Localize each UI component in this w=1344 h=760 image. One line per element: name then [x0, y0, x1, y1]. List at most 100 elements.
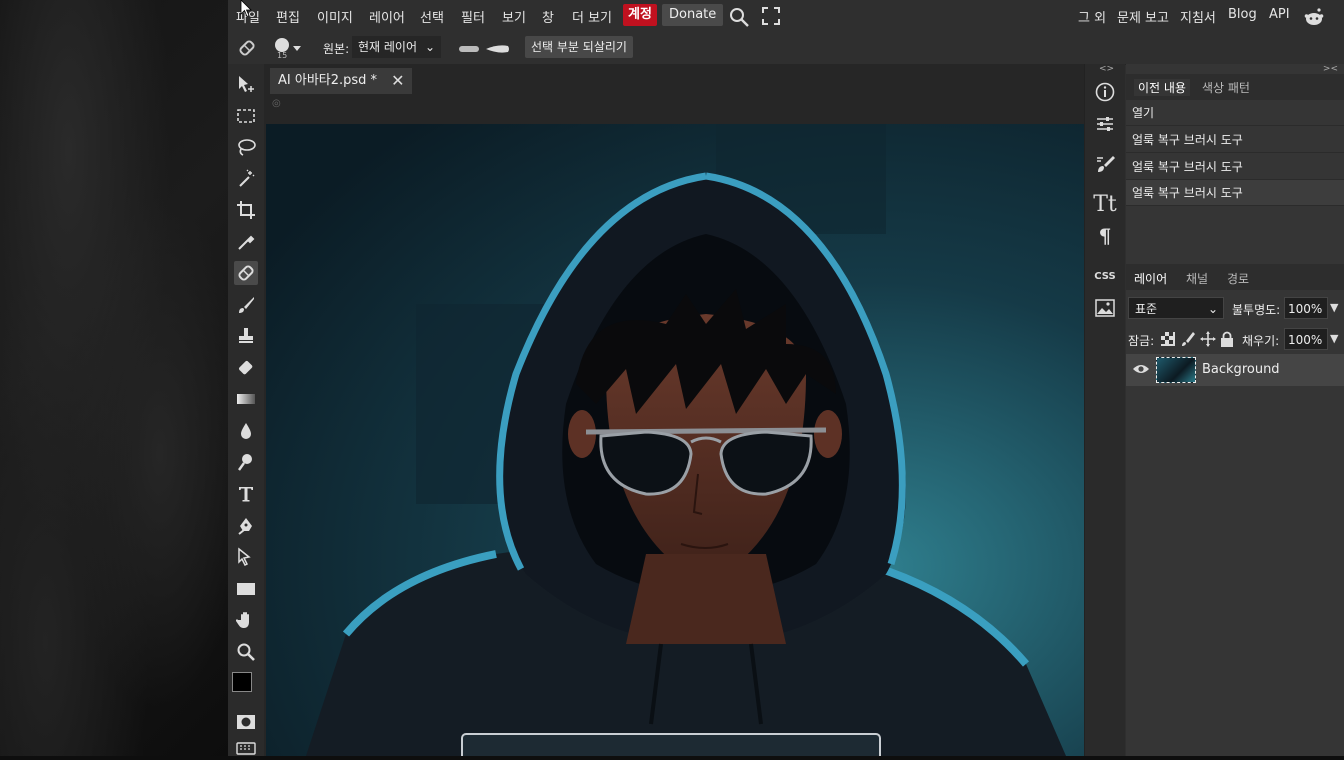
account-button[interactable]: 계정	[623, 4, 657, 26]
opacity-label: 불투명도:	[1232, 303, 1281, 317]
document-tab[interactable]: AI 아바타2.psd * ✕	[270, 68, 413, 94]
document-tab-title: AI 아바타2.psd *	[278, 73, 378, 88]
marquee-tool[interactable]	[234, 104, 258, 128]
magic-wand-tool[interactable]	[234, 167, 258, 191]
history-entry[interactable]: 열기	[1126, 100, 1344, 126]
right-panels: >< 이전 내용 색상 패턴 열기 얼룩 복구 브러시 도구 얼룩 복구 브러시…	[1126, 64, 1344, 756]
close-icon[interactable]: ✕	[391, 68, 404, 94]
eyedropper-tool[interactable]	[234, 230, 258, 254]
css-panel-icon[interactable]: CSS	[1093, 264, 1117, 288]
type-tool[interactable]	[234, 482, 258, 506]
gradient-tool[interactable]	[234, 387, 258, 411]
menu-layer[interactable]: 레이어	[369, 7, 405, 26]
paragraph-icon[interactable]: ¶	[1093, 224, 1117, 248]
hand-tool[interactable]	[234, 608, 258, 632]
blur-tool[interactable]	[234, 419, 258, 443]
tool-options-bar: 15 원본: 현재 레이어 ⌄ 선택 부분 되살리기	[228, 32, 1344, 65]
expand-panel-icon[interactable]: ><	[1323, 64, 1338, 74]
tab-channels[interactable]: 채널	[1186, 270, 1208, 287]
move-tool[interactable]	[234, 72, 258, 96]
tab-swatches[interactable]: 색상 패턴	[1202, 79, 1250, 96]
sample-mode-alt-icon[interactable]	[486, 43, 510, 58]
layer-row[interactable]: Background	[1126, 354, 1344, 386]
character-icon[interactable]: Tt	[1093, 192, 1117, 217]
blend-mode-select[interactable]: 표준 ⌄	[1128, 297, 1224, 319]
pen-tool[interactable]	[234, 514, 258, 538]
history-entry[interactable]: 얼룩 복구 브러시 도구	[1126, 127, 1344, 153]
opacity-dropdown-icon[interactable]: ▼	[1330, 301, 1338, 314]
lock-all-icon[interactable]	[1220, 331, 1234, 351]
chevron-down-icon: ⌄	[424, 40, 435, 54]
info-icon[interactable]	[1093, 80, 1117, 104]
menu-window[interactable]: 창	[542, 7, 554, 26]
fill-dropdown-icon[interactable]: ▼	[1330, 332, 1338, 345]
menu-more[interactable]: 더 보기	[572, 7, 612, 26]
opacity-input[interactable]: 100%	[1284, 297, 1328, 319]
menu-image[interactable]: 이미지	[317, 7, 353, 26]
clone-stamp-tool[interactable]	[234, 324, 258, 348]
source-label: 원본:	[323, 42, 350, 56]
menu-filter[interactable]: 필터	[461, 7, 485, 26]
lock-transparency-icon[interactable]	[1161, 332, 1175, 350]
brush-size-value: 15	[277, 51, 288, 60]
layers-tabbar: 레이어 채널 경로	[1126, 264, 1344, 290]
image-panel-icon[interactable]	[1093, 296, 1117, 320]
eraser-tool[interactable]	[234, 356, 258, 380]
dodge-tool[interactable]	[234, 450, 258, 474]
search-icon[interactable]	[728, 6, 750, 32]
tab-paths[interactable]: 경로	[1227, 270, 1249, 287]
tab-history[interactable]: 이전 내용	[1134, 79, 1190, 96]
eye-icon[interactable]	[1132, 362, 1150, 380]
fill-input[interactable]: 100%	[1284, 328, 1328, 350]
zoom-tool[interactable]	[234, 640, 258, 664]
collapse-panel-icon[interactable]: <>	[1099, 64, 1114, 74]
menu-report-issue[interactable]: 문제 보고	[1117, 7, 1169, 26]
canvas-image[interactable]	[266, 124, 1084, 756]
fill-label: 채우기:	[1242, 334, 1280, 348]
spot-healing-tool[interactable]	[234, 261, 258, 285]
menu-edit[interactable]: 편집	[276, 7, 300, 26]
layer-name: Background	[1202, 362, 1280, 377]
mouse-cursor-icon	[240, 0, 252, 18]
fullscreen-icon[interactable]	[762, 7, 780, 29]
reddit-icon[interactable]	[1303, 6, 1325, 32]
lock-label: 잠금:	[1128, 334, 1155, 348]
tab-layers[interactable]: 레이어	[1134, 270, 1167, 287]
document-area: AI 아바타2.psd * ✕ ◎	[264, 64, 1084, 756]
menu-view[interactable]: 보기	[502, 7, 526, 26]
photopea-app: 파일 편집 이미지 레이어 선택 필터 보기 창 더 보기 계정 Donate …	[228, 0, 1344, 756]
menu-api[interactable]: API	[1269, 7, 1290, 22]
menu-etc[interactable]: 그 외	[1078, 7, 1106, 26]
desktop-background	[0, 0, 228, 756]
rectangle-tool[interactable]	[234, 577, 258, 601]
source-select[interactable]: 현재 레이어 ⌄	[352, 36, 441, 58]
layer-thumbnail	[1156, 357, 1196, 383]
color-swatches[interactable]	[232, 672, 263, 704]
loading-indicator-icon: ◎	[272, 98, 281, 109]
source-select-value: 현재 레이어	[358, 40, 418, 54]
hooded-figure-image	[266, 124, 1084, 756]
foreground-color-swatch[interactable]	[232, 672, 252, 692]
menu-bar: 파일 편집 이미지 레이어 선택 필터 보기 창 더 보기 계정 Donate …	[228, 0, 1344, 32]
adjustments-icon[interactable]	[1093, 112, 1117, 136]
path-select-tool[interactable]	[234, 545, 258, 569]
chevron-down-icon: ⌄	[1207, 302, 1218, 316]
quick-mask-icon[interactable]	[234, 710, 258, 734]
crop-tool[interactable]	[234, 198, 258, 222]
lock-position-icon[interactable]	[1200, 331, 1216, 351]
donate-button[interactable]: Donate	[662, 4, 724, 26]
panel-icon-strip: <> Tt ¶ CSS	[1084, 64, 1125, 756]
blend-mode-value: 표준	[1135, 302, 1158, 316]
history-entry-active[interactable]: 얼룩 복구 브러시 도구	[1126, 180, 1344, 206]
keyboard-icon[interactable]	[234, 736, 258, 760]
brush-tool[interactable]	[234, 293, 258, 317]
restore-selection-button[interactable]: 선택 부분 되살리기	[525, 36, 633, 58]
menu-blog[interactable]: Blog	[1228, 7, 1257, 22]
menu-tutorials[interactable]: 지침서	[1180, 7, 1216, 26]
history-entry[interactable]: 얼룩 복구 브러시 도구	[1126, 154, 1344, 180]
brush-settings-icon[interactable]	[1093, 152, 1117, 176]
lock-pixels-icon[interactable]	[1181, 331, 1195, 351]
sample-mode-icon[interactable]	[459, 43, 481, 58]
menu-select[interactable]: 선택	[420, 7, 444, 26]
lasso-tool[interactable]	[234, 135, 258, 159]
